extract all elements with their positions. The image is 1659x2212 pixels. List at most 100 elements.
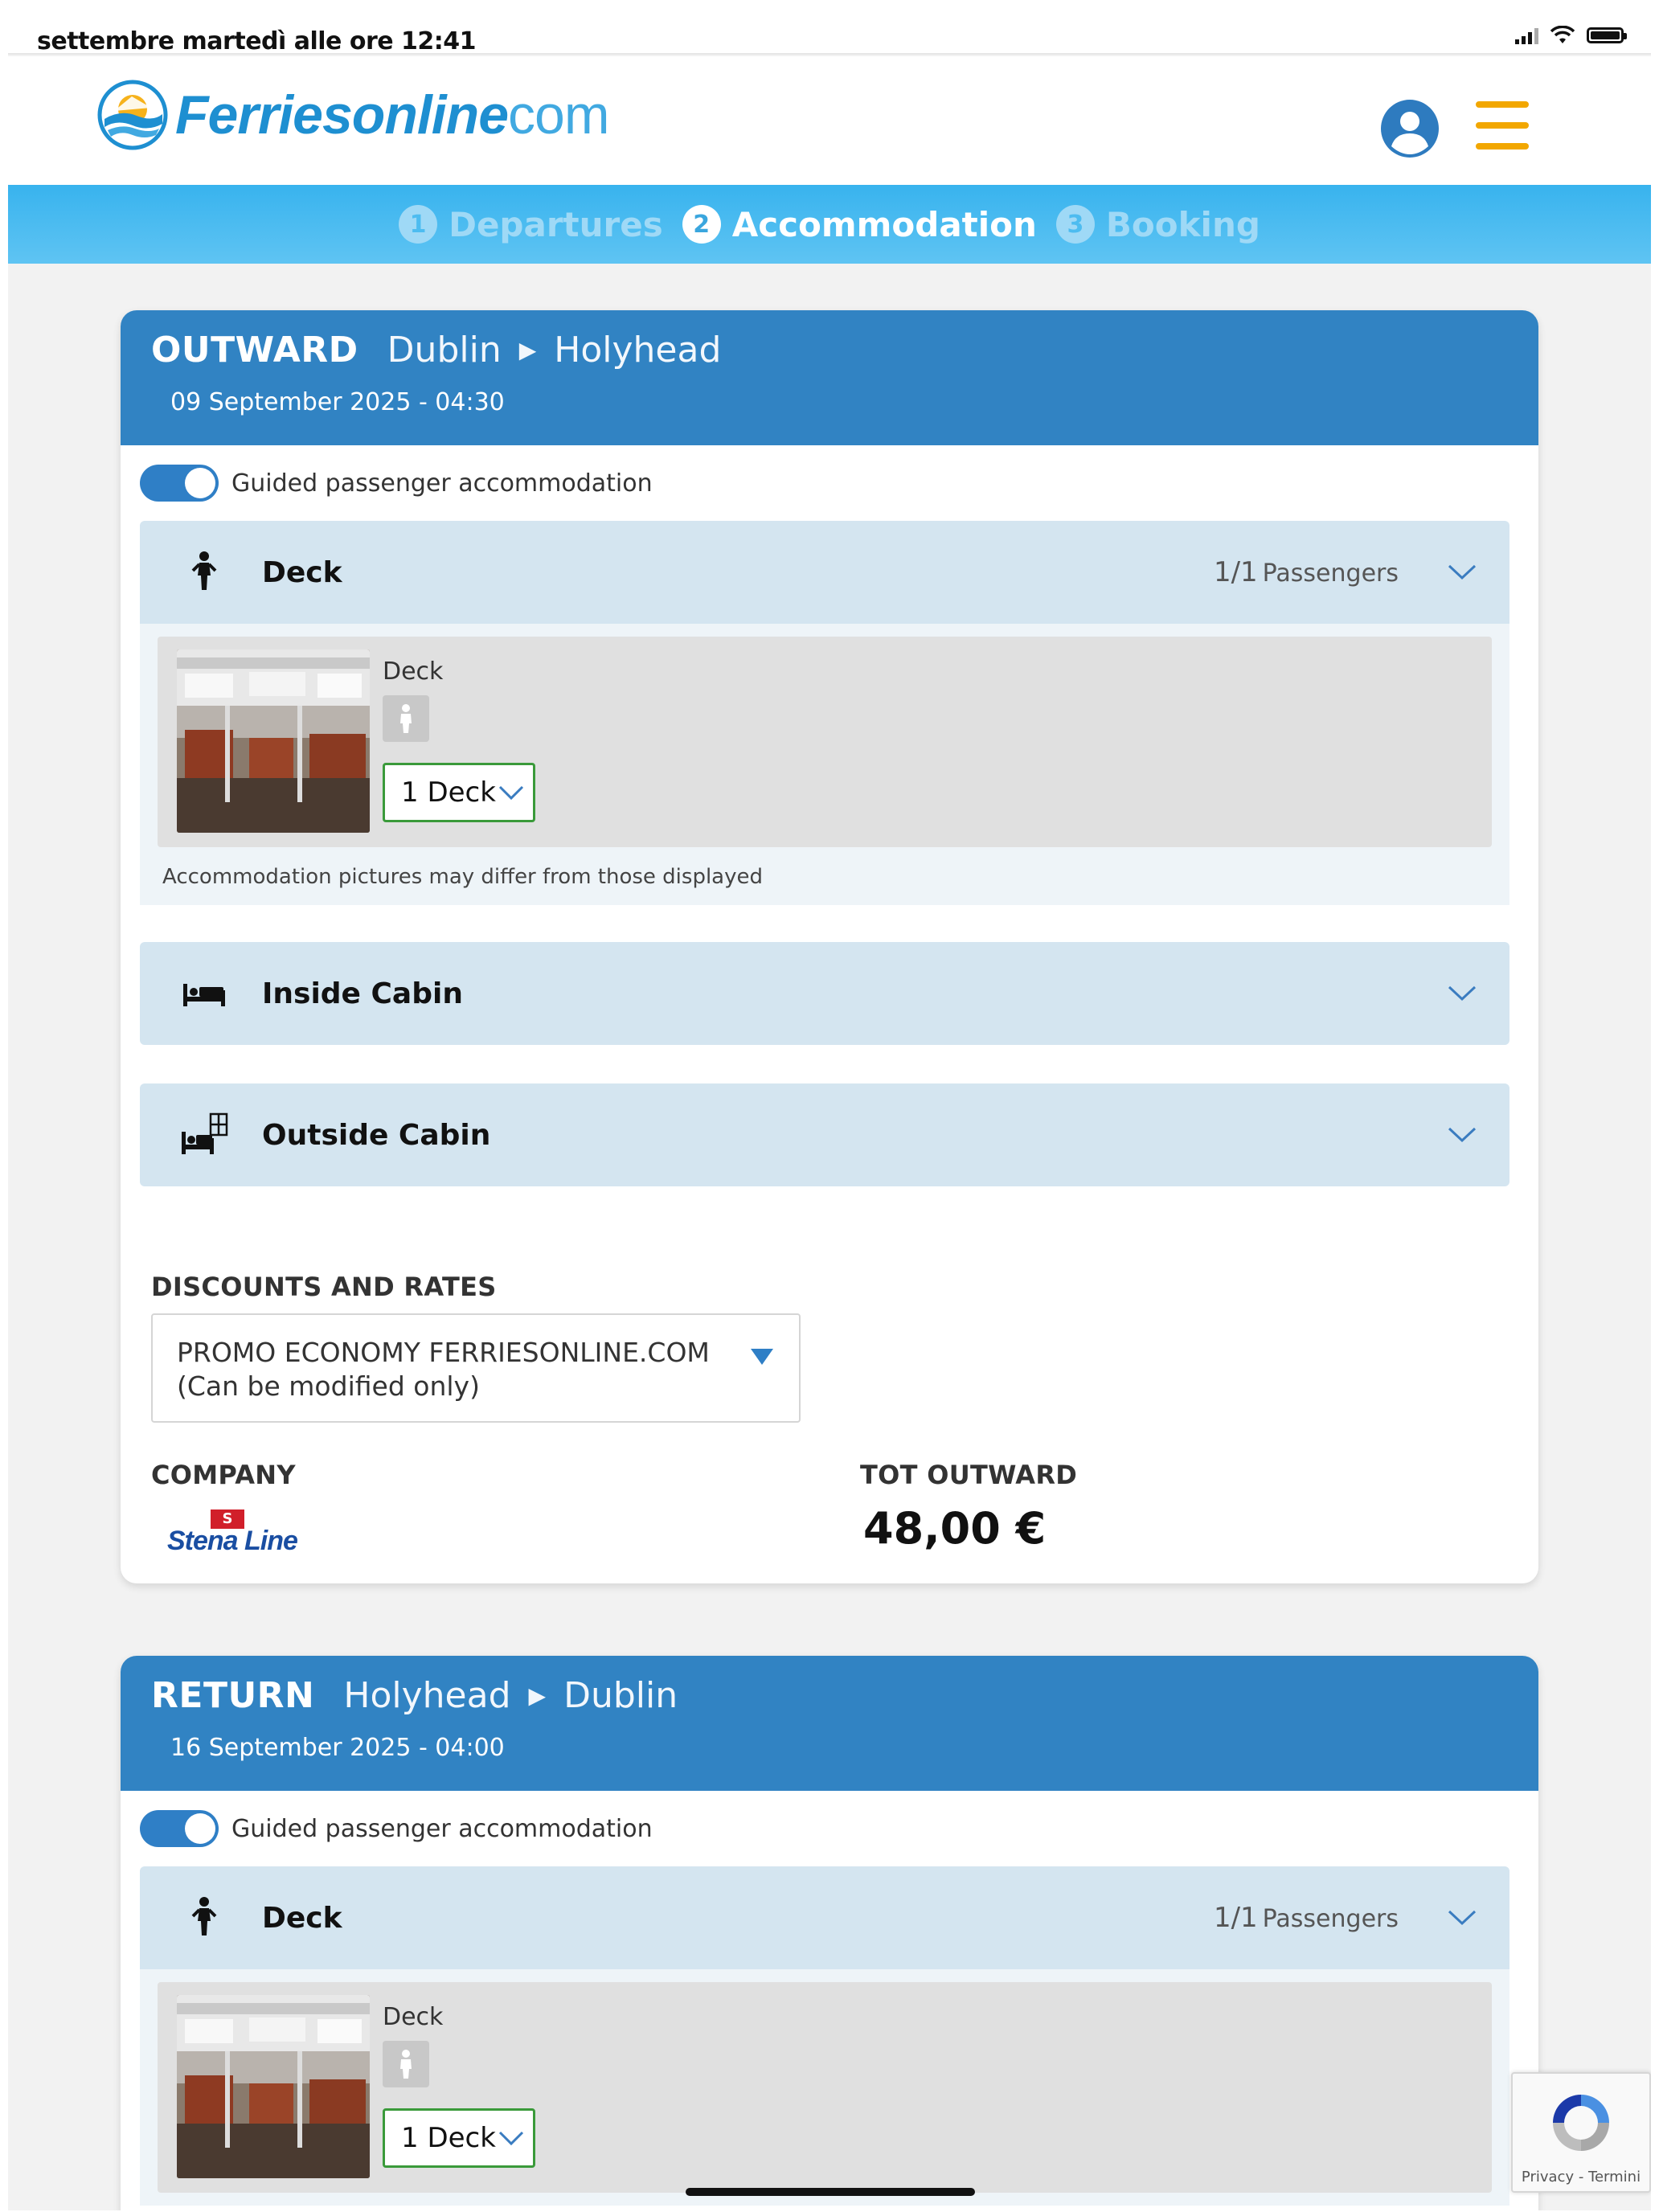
recaptcha-badge[interactable]: Privacy - Termini [1511, 2072, 1651, 2193]
trip-date: 09 September 2025 - 04:30 [170, 388, 505, 416]
brand-logo[interactable]: Ferriesonlinecom [96, 79, 610, 151]
dropdown-triangle-icon [751, 1349, 773, 1365]
total-block: TOT OUTWARD 48,00 € [860, 1460, 1077, 1558]
company-label: COMPANY [151, 1460, 296, 1490]
guided-accommodation-row: Guided passenger accommodation [140, 1810, 1538, 1847]
status-icons [1515, 26, 1627, 45]
select-value: 1 Deck [401, 2122, 496, 2154]
inside-cabin-accordion[interactable]: Inside Cabin [140, 942, 1509, 1045]
deck-accordion-body: Deck 1 Deck [140, 1969, 1509, 2206]
stena-line-logo: S Stena Line [167, 1509, 298, 1556]
passenger-count: 1/1 Passengers [1214, 556, 1399, 588]
inside-cabin-header[interactable]: Inside Cabin [140, 942, 1509, 1045]
home-indicator[interactable] [686, 2188, 975, 2196]
brand-name: Ferriesonlinecom [175, 84, 610, 146]
route-to: Dublin [563, 1675, 678, 1716]
outside-cabin-accordion[interactable]: Outside Cabin [140, 1083, 1509, 1186]
rate-line-2: (Can be modified only) [177, 1370, 480, 1402]
deck-title: Deck [262, 1901, 342, 1935]
pax-label: Passengers [1262, 559, 1399, 588]
step-label: Departures [449, 204, 663, 244]
pax-count: 1/1 [1213, 1902, 1258, 1934]
outside-cabin-header[interactable]: Outside Cabin [140, 1083, 1509, 1186]
outward-card: OUTWARD Dublin ▶ Holyhead 09 September 2… [121, 310, 1538, 1583]
status-bar: settembre martedì alle ore 12:41 [8, 8, 1651, 55]
company-block: COMPANY S Stena Line [151, 1460, 860, 1558]
route-arrow-icon: ▶ [528, 1682, 547, 1709]
rates-select[interactable]: PROMO ECONOMY FERRIESONLINE.COM (Can be … [151, 1313, 801, 1423]
deck-option: Deck 1 Deck [158, 1982, 1492, 2193]
signal-icon [1515, 27, 1538, 44]
chevron-down-icon[interactable] [1447, 984, 1477, 1003]
status-time: settembre martedì alle ore 12:41 [37, 27, 477, 55]
user-icon[interactable] [1379, 98, 1440, 159]
chevron-down-icon[interactable] [1447, 1125, 1477, 1145]
trip-route: Dublin ▶ Holyhead [387, 330, 722, 371]
pax-count: 1/1 [1213, 556, 1258, 588]
site-header: Ferriesonlinecom [8, 56, 1651, 185]
rate-line-1: PROMO ECONOMY FERRIESONLINE.COM [177, 1337, 710, 1368]
deck-accordion-header[interactable]: Deck 1/1 Passengers [140, 521, 1509, 624]
passenger-count: 1/1 Passengers [1214, 1902, 1399, 1934]
step-label: Booking [1105, 204, 1260, 244]
wifi-icon [1550, 26, 1575, 43]
option-name: Deck [383, 657, 444, 686]
step-number: 2 [682, 205, 721, 244]
step-accommodation[interactable]: 2 Accommodation [682, 205, 1037, 244]
chevron-down-icon[interactable] [1447, 1908, 1477, 1927]
person-icon [191, 1897, 217, 1936]
deck-photo [177, 649, 370, 833]
brand-main: Ferriesonline [175, 84, 509, 145]
guided-accommodation-toggle[interactable] [140, 465, 219, 502]
app-frame: settembre martedì alle ore 12:41 Ferries… [8, 8, 1651, 2210]
person-icon [191, 551, 217, 590]
step-number: 1 [399, 205, 438, 244]
trip-date: 16 September 2025 - 04:00 [170, 1734, 505, 1762]
select-value: 1 Deck [401, 776, 496, 809]
route-arrow-icon: ▶ [518, 337, 537, 363]
total-value: 48,00 € [863, 1503, 1047, 1554]
deck-photo [177, 1995, 370, 2178]
trip-direction: OUTWARD [151, 330, 358, 371]
discounts-section: DISCOUNTS AND RATES PROMO ECONOMY FERRIE… [151, 1272, 1538, 1423]
pictures-disclaimer: Accommodation pictures may differ from t… [162, 865, 763, 889]
deck-accordion: Deck 1/1 Passengers [140, 521, 1509, 905]
guided-accommodation-label: Guided passenger accommodation [231, 469, 653, 498]
chevron-down-icon [498, 785, 523, 801]
outside-cabin-title: Outside Cabin [262, 1118, 491, 1152]
deck-quantity-select[interactable]: 1 Deck [383, 763, 535, 822]
deck-accordion: Deck 1/1 Passengers [140, 1866, 1509, 2206]
person-badge-icon [383, 695, 429, 742]
deck-quantity-select[interactable]: 1 Deck [383, 2108, 535, 2168]
deck-title: Deck [262, 555, 342, 589]
route-from: Holyhead [343, 1675, 511, 1716]
battery-icon [1587, 27, 1627, 43]
bed-icon [183, 984, 225, 1006]
guided-accommodation-row: Guided passenger accommodation [140, 465, 1538, 502]
step-departures[interactable]: 1 Departures [399, 205, 663, 244]
chevron-down-icon [498, 2131, 523, 2146]
guided-accommodation-toggle[interactable] [140, 1810, 219, 1847]
total-label: TOT OUTWARD [860, 1460, 1078, 1490]
option-name: Deck [383, 2003, 444, 2031]
guided-accommodation-label: Guided passenger accommodation [231, 1814, 653, 1843]
trip-direction: RETURN [151, 1675, 315, 1716]
booking-steps: 1 Departures 2 Accommodation 3 Booking [8, 185, 1651, 264]
brand-suffix: com [508, 84, 609, 145]
person-badge-icon [383, 2041, 429, 2087]
chevron-down-icon[interactable] [1447, 563, 1477, 582]
return-card: RETURN Holyhead ▶ Dublin 16 September 20… [121, 1656, 1538, 2210]
menu-icon[interactable] [1476, 101, 1529, 150]
route-to: Holyhead [554, 330, 722, 371]
recaptcha-icon [1553, 2095, 1609, 2151]
return-header: RETURN Holyhead ▶ Dublin 16 September 20… [121, 1656, 1538, 1791]
deck-option: Deck 1 Deck [158, 637, 1492, 847]
discounts-label: DISCOUNTS AND RATES [151, 1272, 497, 1302]
step-booking[interactable]: 3 Booking [1055, 204, 1260, 244]
company-total-row: COMPANY S Stena Line TOT OUTWARD 48,00 € [151, 1460, 1538, 1558]
step-number: 3 [1055, 205, 1095, 244]
bed-window-icon [182, 1112, 228, 1154]
deck-accordion-header[interactable]: Deck 1/1 Passengers [140, 1866, 1509, 1969]
route-from: Dublin [387, 330, 502, 371]
recaptcha-text[interactable]: Privacy - Termini [1513, 2169, 1649, 2185]
